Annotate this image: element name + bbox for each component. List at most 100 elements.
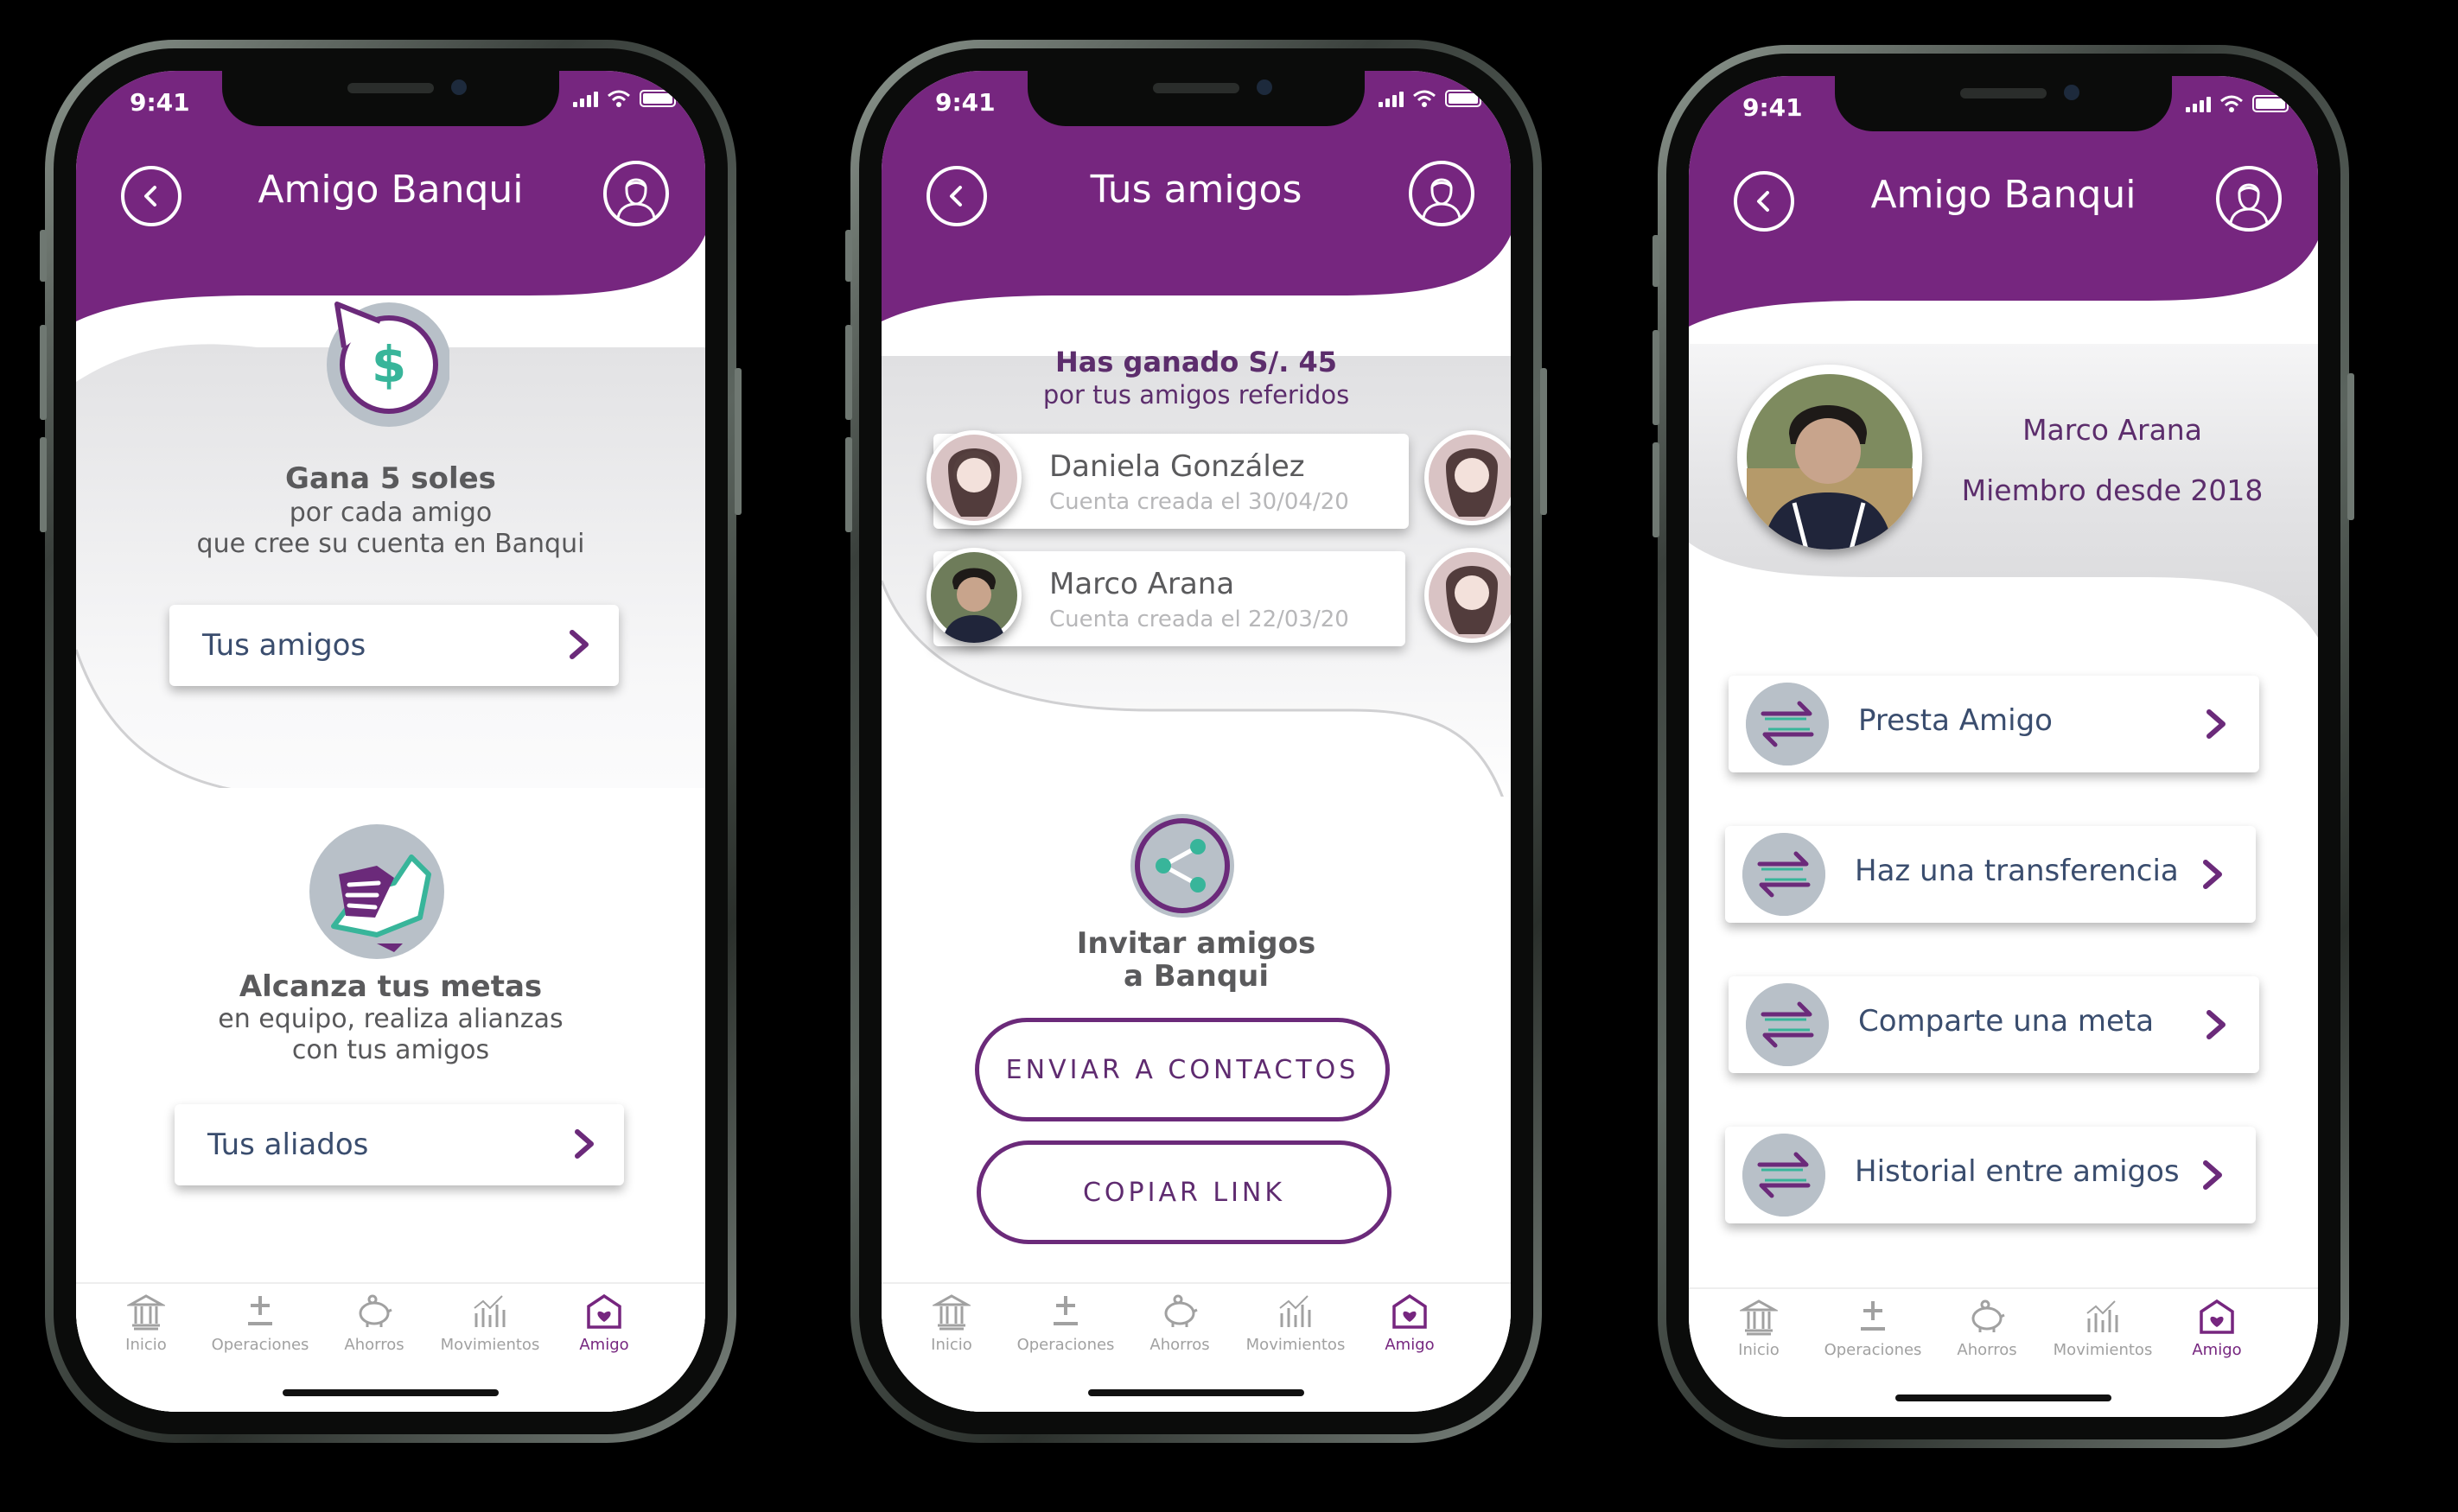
signal-icon [573,90,598,107]
profile-photo [1737,365,1922,550]
tab-inicio[interactable]: Inicio [895,1293,1008,1354]
plus-minus-icon [248,1296,272,1325]
tab-label: Inicio [125,1336,167,1354]
chart-icon [474,1295,506,1327]
screen-amigo-banqui: 9:41 Amigo Banqui $ Gana 5 soles por cad… [76,71,705,1412]
notch [1835,76,2172,131]
action-label: Comparte una meta [1858,1004,2155,1039]
tab-label: Movimientos [440,1336,540,1354]
tab-amigo[interactable]: Amigo [2161,1298,2273,1359]
home-indicator [1895,1394,2111,1401]
tab-label: Operaciones [211,1336,309,1354]
tab-ahorros[interactable]: Ahorros [318,1293,430,1354]
earned-amount: Has ganado S/. 45 [1054,346,1338,378]
bank-icon [127,1294,165,1331]
promo1-heading: Gana 5 soles [285,461,496,496]
status-icons [573,90,679,107]
chevron-right-icon [2203,1160,2222,1190]
friend-avatar-peek [1424,430,1511,525]
copiar-link-button[interactable]: COPIAR LINK [977,1140,1391,1244]
status-icons [1379,90,1485,107]
profile-name: Marco Arana [2022,413,2202,447]
piggy-bank-icon [1971,1299,2005,1332]
promo2-line1: en equipo, realiza alianzas [218,1004,564,1034]
tab-bar: Inicio Operaciones Ahorros Movimientos A… [882,1282,1511,1412]
mockup-stage: 9:41 Amigo Banqui $ Gana 5 soles por cad… [0,0,2458,1512]
tus-aliados-button[interactable]: Tus aliados [175,1104,624,1185]
tab-operaciones[interactable]: Operaciones [204,1293,316,1354]
wifi-icon [608,90,630,107]
tab-label: Inicio [1738,1341,1780,1359]
transfer-arrows-icon [1746,983,1829,1066]
piggy-bank-icon [359,1294,392,1327]
friend-avatar-peek [1424,548,1511,643]
amigo-house-icon [587,1293,621,1329]
tab-movimientos[interactable]: Movimientos [434,1293,546,1354]
phone-frame-3: 9:41 Amigo Banqui Marco Arana Miembro de… [1652,45,2354,1448]
signal-icon [2186,95,2211,112]
action-label: Historial entre amigos [1855,1154,2180,1189]
profile-button[interactable] [1409,161,1474,226]
status-time: 9:41 [130,88,190,117]
tab-amigo[interactable]: Amigo [1353,1293,1466,1354]
chevron-right-icon [575,1129,594,1159]
tab-label: Inicio [931,1336,972,1354]
tab-operaciones[interactable]: Operaciones [1009,1293,1122,1354]
wifi-icon [1413,90,1436,107]
share-icon[interactable] [1129,812,1236,919]
user-avatar-icon [616,178,656,218]
bank-icon [933,1294,971,1331]
action-transferencia[interactable]: Haz una transferencia [1725,826,2256,923]
tab-ahorros[interactable]: Ahorros [1931,1298,2043,1359]
profile-button[interactable] [2216,166,2282,232]
transfer-arrows-icon [1742,1134,1825,1217]
transfer-arrows-icon [1742,833,1825,916]
tus-amigos-button[interactable]: Tus amigos [169,605,619,686]
tab-bar: Inicio Operaciones Ahorros Movimientos A… [76,1282,705,1412]
tab-amigo[interactable]: Amigo [548,1293,660,1354]
chart-icon [2086,1300,2118,1332]
tab-label: Movimientos [1245,1336,1346,1354]
invite-line2: a Banqui [1123,959,1270,994]
amigo-house-icon [1392,1293,1427,1329]
handshake-icon [309,824,444,959]
tab-label: Ahorros [1957,1341,2017,1359]
chart-icon [1279,1295,1311,1327]
enviar-contactos-button[interactable]: ENVIAR A CONTACTOS [975,1018,1390,1121]
tab-label: Amigo [1385,1336,1435,1354]
battery-icon [640,90,679,107]
chevron-right-icon [2206,1010,2226,1039]
tab-label: Movimientos [2053,1341,2153,1359]
tab-operaciones[interactable]: Operaciones [1817,1298,1929,1359]
transfer-arrows-icon [1746,683,1829,766]
action-presta-amigo[interactable]: Presta Amigo [1729,676,2259,772]
promo2-line2: con tus amigos [291,1035,490,1065]
notch [222,71,559,126]
tab-inicio[interactable]: Inicio [90,1293,202,1354]
friend-name: Marco Arana [1049,567,1235,601]
user-avatar-icon [1422,178,1461,218]
chevron-right-icon [2206,709,2226,739]
action-comparte-meta[interactable]: Comparte una meta [1729,976,2259,1073]
money-refresh-icon: $ [327,302,449,427]
status-time: 9:41 [935,88,996,117]
friend-avatar [927,548,1022,643]
phone-frame-2: 9:41 Tus amigos Has ganado S/. 45 por tu… [845,40,1547,1443]
tab-movimientos[interactable]: Movimientos [1239,1293,1352,1354]
profile-button[interactable] [603,161,669,226]
signal-icon [1379,90,1404,107]
status-icons [2186,95,2292,112]
battery-icon [2252,95,2292,112]
action-historial[interactable]: Historial entre amigos [1725,1127,2256,1223]
tab-inicio[interactable]: Inicio [1703,1298,1815,1359]
home-indicator [1088,1389,1304,1396]
invite-line1: Invitar amigos [1076,926,1316,961]
tus-aliados-label: Tus aliados [207,1128,369,1162]
tus-amigos-label: Tus amigos [202,628,366,663]
friend-avatar [927,430,1022,525]
tab-ahorros[interactable]: Ahorros [1124,1293,1236,1354]
tab-movimientos[interactable]: Movimientos [2047,1298,2159,1359]
earned-subtitle: por tus amigos referidos [1042,380,1350,410]
notch [1028,71,1365,126]
wifi-icon [2220,95,2243,112]
